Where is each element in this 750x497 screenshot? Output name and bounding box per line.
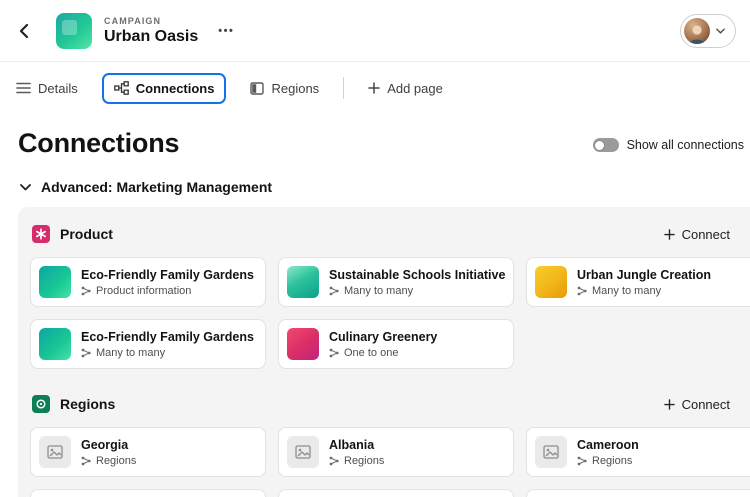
tab-details[interactable]: Details [16, 81, 78, 96]
tab-details-label: Details [38, 81, 78, 96]
card-subtitle: Product information [96, 285, 191, 297]
section-title: Advanced: Marketing Management [41, 179, 272, 195]
back-button[interactable] [18, 15, 44, 47]
chevron-left-icon [18, 23, 29, 39]
card-thumbnail [287, 266, 319, 298]
campaign-thumbnail [56, 13, 92, 49]
plus-icon [664, 229, 675, 240]
card-thumbnail [535, 266, 567, 298]
card-title: Sustainable Schools Initiative [329, 268, 505, 282]
tabbar-divider [343, 77, 344, 99]
connections-icon [114, 81, 129, 95]
tab-connections-label: Connections [136, 81, 215, 96]
card-partial[interactable] [526, 489, 750, 497]
regions-cards-grid: Georgia Regions Albania [30, 427, 750, 477]
relationship-icon [81, 286, 91, 296]
add-page-button[interactable]: Add page [368, 81, 443, 96]
card-title: Eco-Friendly Family Gardens [81, 330, 254, 344]
campaign-title: Urban Oasis [104, 28, 198, 46]
show-all-connections-toggle-group: Show all connections [593, 138, 744, 152]
main-content: Connections Show all connections Advance… [0, 128, 750, 497]
switch-knob [594, 140, 605, 151]
card-subtitle: Many to many [96, 347, 165, 359]
regions-badge-icon [32, 395, 50, 413]
card-partial[interactable] [30, 489, 266, 497]
connection-card[interactable]: Sustainable Schools Initiative Many to m… [278, 257, 514, 307]
relationship-icon [577, 456, 587, 466]
relationship-icon [81, 348, 91, 358]
image-placeholder-icon [39, 436, 71, 468]
more-options-button[interactable]: ••• [212, 21, 240, 41]
relationship-icon [81, 456, 91, 466]
page-tabbar: Details Connections Regions Add page [0, 62, 750, 114]
relationship-icon [329, 456, 339, 466]
chevron-down-icon [20, 184, 31, 191]
card-subtitle: Regions [344, 455, 384, 467]
relationship-icon [577, 286, 587, 296]
account-menu[interactable] [680, 14, 736, 48]
card-subtitle: One to one [344, 347, 398, 359]
tab-regions-label: Regions [271, 81, 319, 96]
regions-cards-grid-partial [30, 489, 750, 497]
chevron-down-icon [716, 28, 725, 34]
show-all-connections-label: Show all connections [627, 138, 744, 152]
connect-button-product[interactable]: Connect [664, 227, 730, 242]
tab-regions[interactable]: Regions [250, 81, 319, 96]
group-title: Product [60, 226, 113, 242]
connection-card[interactable]: Albania Regions [278, 427, 514, 477]
connection-card[interactable]: Georgia Regions [30, 427, 266, 477]
connection-card[interactable]: Eco-Friendly Family Gardens Product info… [30, 257, 266, 307]
card-subtitle: Many to many [344, 285, 413, 297]
card-subtitle: Regions [96, 455, 136, 467]
card-subtitle: Regions [592, 455, 632, 467]
connections-panel: Product Connect Eco-Friendly Family Gard… [18, 207, 750, 497]
connection-card[interactable]: Urban Jungle Creation Many to many [526, 257, 750, 307]
app-header: CAMPAIGN Urban Oasis ••• [0, 0, 750, 62]
card-title: Cameroon [577, 438, 639, 452]
section-advanced-marketing[interactable]: Advanced: Marketing Management [18, 179, 750, 195]
card-title: Culinary Greenery [329, 330, 437, 344]
show-all-connections-switch[interactable] [593, 138, 619, 152]
group-header-product: Product Connect [30, 221, 750, 257]
group-title: Regions [60, 396, 115, 412]
relationship-icon [329, 348, 339, 358]
plus-icon [664, 399, 675, 410]
list-icon [16, 82, 31, 94]
card-thumbnail [39, 266, 71, 298]
image-placeholder-icon [287, 436, 319, 468]
regions-tab-icon [250, 82, 264, 95]
connect-button-regions[interactable]: Connect [664, 397, 730, 412]
tab-connections[interactable]: Connections [102, 73, 227, 104]
connection-card[interactable]: Culinary Greenery One to one [278, 319, 514, 369]
campaign-eyebrow: CAMPAIGN [104, 16, 198, 26]
card-thumbnail [287, 328, 319, 360]
card-partial[interactable] [278, 489, 514, 497]
product-cards-grid: Eco-Friendly Family Gardens Product info… [30, 257, 750, 369]
image-placeholder-icon [535, 436, 567, 468]
connection-card[interactable]: Cameroon Regions [526, 427, 750, 477]
connect-label: Connect [682, 227, 730, 242]
page-title: Connections [18, 128, 179, 159]
card-title: Georgia [81, 438, 136, 452]
connection-card[interactable]: Eco-Friendly Family Gardens Many to many [30, 319, 266, 369]
card-title: Albania [329, 438, 384, 452]
connect-label: Connect [682, 397, 730, 412]
avatar [684, 18, 710, 44]
card-title: Urban Jungle Creation [577, 268, 711, 282]
group-header-regions: Regions Connect [30, 391, 750, 427]
card-thumbnail [39, 328, 71, 360]
card-title: Eco-Friendly Family Gardens [81, 268, 254, 282]
relationship-icon [329, 286, 339, 296]
plus-icon [368, 82, 380, 94]
add-page-label: Add page [387, 81, 443, 96]
card-subtitle: Many to many [592, 285, 661, 297]
product-badge-icon [32, 225, 50, 243]
campaign-meta: CAMPAIGN Urban Oasis [104, 16, 198, 46]
